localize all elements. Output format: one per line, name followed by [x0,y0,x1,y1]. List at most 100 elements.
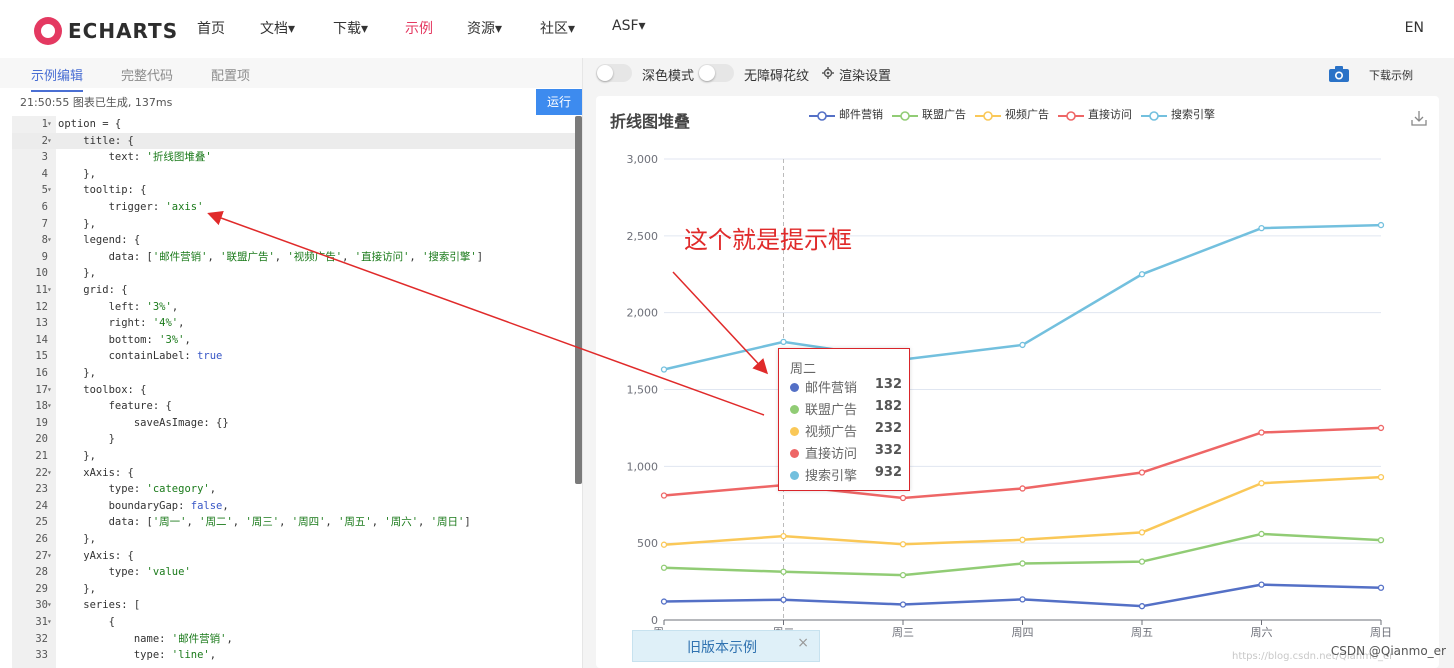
nav-item-6[interactable]: ASF▾ [612,18,646,34]
code-text: title: { [58,134,134,147]
line-number: 11 [35,284,48,296]
line-number: 16 [35,367,48,379]
code-text: grid: { [58,284,128,296]
a11y-pattern-toggle[interactable] [698,64,734,82]
code-text: trigger: 'axis' [58,201,204,213]
code-text: type: 'line', [58,649,217,662]
code-text: }, [58,217,96,230]
code-text: feature: { [58,400,172,413]
close-icon[interactable]: × [797,635,809,651]
code-text: left: '3%', [58,300,179,313]
code-line: 22 ▾ xAxis: { [12,465,582,482]
dark-mode-toggle[interactable] [596,64,632,82]
code-editor[interactable]: 1 ▾ option = {2 ▾ title: {3 text: '折线图堆叠' 4 … [12,116,582,668]
nav-item-0[interactable]: 首页 [197,18,225,38]
code-line: 8 ▾ legend: { [12,232,582,249]
fold-toggle-icon[interactable]: ▾ [47,182,52,199]
code-line: 23 type: 'category', [12,481,582,498]
code-line: 18 ▾ feature: { [12,398,582,415]
fold-toggle-icon[interactable]: ▾ [47,133,52,150]
tooltip-row: 直接访问 332 [790,443,902,463]
line-number: 7 [41,217,48,230]
line-number: 30 [35,599,48,612]
code-line: 28 type: 'value' [12,564,582,581]
dark-mode-label: 深色模式 [642,69,695,84]
a11y-pattern-label: 无障碍花纹 [744,69,810,84]
watermark: CSDN @Qianmo_er [1330,644,1446,658]
chart-card: 折线图堆叠 邮件营销 联盟广告 视频广告 直接访问 搜索引擎 [596,96,1439,668]
render-settings-label[interactable]: 渲染设置 [839,65,891,84]
code-line: 12 left: '3%', [12,299,582,316]
code-text: legend: { [58,234,141,247]
fold-toggle-icon[interactable]: ▾ [47,548,52,565]
line-number: 3 [41,151,48,164]
code-text: }, [58,582,96,595]
editor-scrollbar[interactable] [575,116,582,484]
code-text: option = { [58,118,122,130]
tooltip-series-name: 联盟广告 [805,403,858,418]
tooltip-row: 邮件营销 132 [790,377,902,397]
code-line: 6 trigger: 'axis' [12,199,582,216]
editor-tab-0[interactable]: 示例编辑 [31,65,84,92]
echarts-logo[interactable]: ECHARTS [34,17,178,45]
camera-icon[interactable] [1329,66,1349,82]
code-line: 15 containLabel: true [12,348,582,365]
line-number: 24 [35,499,48,512]
editor-tab-1[interactable]: 完整代码 [121,65,173,84]
legend-line-icon [892,111,918,121]
fold-toggle-icon[interactable]: ▾ [47,232,52,249]
code-text: containLabel: true [58,350,223,363]
nav-item-4[interactable]: 资源▾ [467,18,502,38]
code-line: 7 }, [12,216,582,233]
code-text: } [58,433,115,446]
code-text: data: ['周一', '周二', '周三', '周四', '周五', '周六… [58,516,471,529]
legend-label: 邮件营销 [839,108,883,121]
tooltip-series-name: 直接访问 [805,447,858,462]
fold-toggle-icon[interactable]: ▾ [47,614,52,631]
save-image-icon[interactable] [1411,110,1427,126]
line-number: 15 [35,350,48,363]
line-number: 26 [35,533,48,545]
nav-item-5[interactable]: 社区▾ [540,18,575,38]
code-text: data: ['邮件营销', '联盟广告', '视频广告', '直接访问', '… [58,250,484,263]
fold-toggle-icon[interactable]: ▾ [47,116,52,133]
line-number: 33 [35,649,48,662]
code-text: text: '折线图堆叠' [58,151,212,164]
logo-text: ECHARTS [68,19,179,43]
line-number: 9 [41,250,48,263]
fold-toggle-icon[interactable]: ▾ [47,597,52,614]
fold-toggle-icon[interactable]: ▾ [47,465,52,482]
line-number: 14 [35,333,48,346]
fold-toggle-icon[interactable]: ▾ [47,398,52,415]
line-number: 21 [35,450,48,462]
code-line: 29 }, [12,581,582,598]
download-example-button[interactable]: 下载示例 [1369,67,1413,83]
code-text: }, [58,167,96,180]
nav-item-2[interactable]: 下载▾ [333,18,368,38]
line-number: 25 [35,516,48,529]
editor-tab-2[interactable]: 配置项 [211,65,250,84]
code-text: name: '邮件营销', [58,632,233,645]
code-line: 4 }, [12,166,582,183]
fold-toggle-icon[interactable]: ▾ [47,382,52,399]
code-line: 33 type: 'line', [12,647,582,664]
code-text: }, [58,267,96,280]
nav-item-3[interactable]: 示例 [405,18,433,38]
line-number: 31 [35,616,48,628]
gear-icon[interactable] [822,67,834,79]
code-line: 9 data: ['邮件营销', '联盟广告', '视频广告', '直接访问',… [12,249,582,266]
code-text: xAxis: { [58,466,134,479]
old-example-banner[interactable]: 旧版本示例 × [632,630,820,662]
chart-title: 折线图堆叠 [610,112,691,131]
nav-item-1[interactable]: 文档▾ [260,18,295,38]
run-button[interactable]: 运行 [536,89,582,115]
code-text: }, [58,533,96,545]
code-line: 11 ▾ grid: { [12,282,582,299]
line-number: 10 [35,267,48,280]
tooltip-row: 联盟广告 182 [790,399,902,419]
line-number: 27 [35,549,48,562]
code-line: 19 saveAsImage: {} [12,415,582,432]
fold-toggle-icon[interactable]: ▾ [47,282,52,299]
code-text: }, [58,367,96,379]
language-switch[interactable]: EN [1405,20,1424,36]
